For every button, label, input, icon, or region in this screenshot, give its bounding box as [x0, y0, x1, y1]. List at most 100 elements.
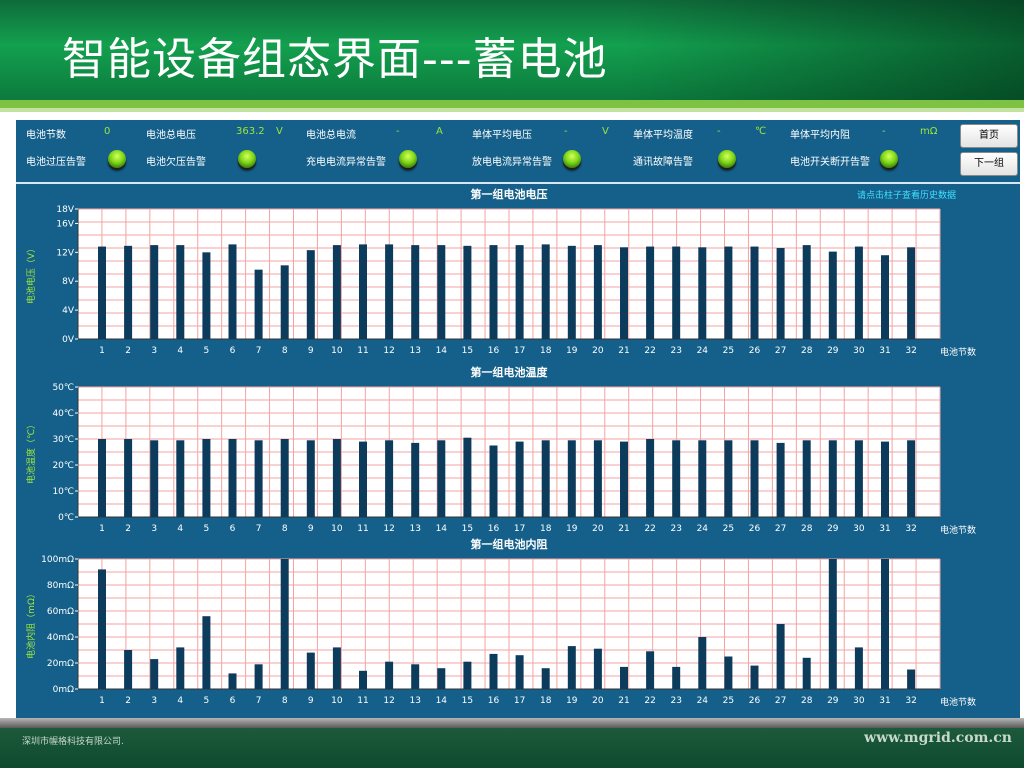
bar-1[interactable]	[98, 246, 106, 339]
bar-29[interactable]	[828, 440, 837, 517]
bar-18[interactable]	[541, 440, 550, 517]
bar-11[interactable]	[359, 670, 367, 689]
bar-2[interactable]	[124, 439, 133, 517]
bar-16[interactable]	[489, 653, 498, 689]
bar-20[interactable]	[593, 440, 602, 517]
bar-22[interactable]	[646, 439, 655, 517]
bar-9[interactable]	[306, 250, 315, 339]
bar-1[interactable]	[98, 439, 106, 517]
bar-10[interactable]	[332, 439, 341, 517]
bar-25[interactable]	[724, 440, 733, 517]
bar-3[interactable]	[150, 659, 159, 689]
bar-18[interactable]	[541, 668, 550, 689]
next-group-button[interactable]: 下一组	[960, 152, 1018, 176]
bar-3[interactable]	[150, 440, 159, 517]
bar-13[interactable]	[411, 442, 420, 517]
bar-26[interactable]	[750, 665, 759, 689]
bar-16[interactable]	[489, 245, 498, 339]
bar-17[interactable]	[515, 655, 524, 689]
bar-30[interactable]	[854, 440, 863, 517]
bar-21[interactable]	[620, 441, 628, 517]
bar-24[interactable]	[698, 247, 707, 339]
bar-29[interactable]	[828, 559, 837, 689]
bar-24[interactable]	[698, 637, 707, 689]
bar-25[interactable]	[724, 656, 733, 690]
bar-32[interactable]	[907, 669, 916, 690]
bar-20[interactable]	[593, 245, 602, 339]
bar-8[interactable]	[280, 439, 289, 517]
bar-31[interactable]	[881, 255, 889, 339]
bar-12[interactable]	[385, 440, 394, 517]
bar-27[interactable]	[776, 624, 785, 689]
bar-11[interactable]	[359, 441, 367, 517]
bar-32[interactable]	[907, 440, 916, 517]
bar-2[interactable]	[124, 650, 133, 689]
bar-27[interactable]	[776, 442, 785, 517]
bar-6[interactable]	[228, 244, 237, 339]
bar-10[interactable]	[332, 647, 341, 689]
bar-28[interactable]	[802, 245, 811, 339]
bar-12[interactable]	[385, 244, 394, 339]
bar-13[interactable]	[411, 245, 420, 339]
bar-6[interactable]	[228, 439, 237, 517]
bar-14[interactable]	[437, 440, 446, 517]
bar-5[interactable]	[202, 252, 211, 339]
bar-13[interactable]	[411, 664, 420, 689]
bar-22[interactable]	[646, 651, 655, 689]
bar-15[interactable]	[463, 245, 472, 339]
bar-14[interactable]	[437, 668, 446, 689]
bar-7[interactable]	[254, 664, 263, 689]
bar-27[interactable]	[776, 248, 785, 339]
y-tick-label: 0mΩ	[53, 685, 74, 695]
bar-14[interactable]	[437, 245, 446, 339]
bar-5[interactable]	[202, 616, 211, 689]
bar-19[interactable]	[567, 646, 576, 689]
bar-7[interactable]	[254, 269, 263, 339]
bar-23[interactable]	[672, 440, 681, 517]
bar-6[interactable]	[228, 673, 237, 689]
bar-31[interactable]	[881, 441, 889, 517]
bar-4[interactable]	[176, 245, 185, 339]
bar-8[interactable]	[280, 559, 289, 689]
bar-30[interactable]	[854, 647, 863, 689]
bar-2[interactable]	[124, 245, 133, 339]
bar-15[interactable]	[463, 661, 472, 689]
bar-4[interactable]	[176, 647, 185, 689]
bar-4[interactable]	[176, 440, 185, 517]
bar-19[interactable]	[567, 440, 576, 517]
bar-21[interactable]	[620, 666, 628, 689]
bar-29[interactable]	[828, 251, 837, 339]
bar-7[interactable]	[254, 440, 263, 517]
bar-25[interactable]	[724, 246, 733, 339]
bar-32[interactable]	[907, 247, 916, 339]
bar-9[interactable]	[306, 652, 315, 689]
bar-18[interactable]	[541, 244, 550, 339]
bar-3[interactable]	[150, 245, 159, 339]
bar-31[interactable]	[881, 559, 889, 689]
bar-10[interactable]	[332, 245, 341, 339]
bar-12[interactable]	[385, 661, 394, 689]
bar-28[interactable]	[802, 440, 811, 517]
bar-16[interactable]	[489, 445, 498, 518]
bar-30[interactable]	[854, 246, 863, 339]
bar-11[interactable]	[359, 244, 367, 339]
bar-1[interactable]	[98, 569, 106, 689]
bar-17[interactable]	[515, 441, 524, 517]
bar-26[interactable]	[750, 246, 759, 339]
home-button[interactable]: 首页	[960, 124, 1018, 148]
bar-8[interactable]	[280, 265, 289, 339]
bar-24[interactable]	[698, 440, 707, 517]
bar-23[interactable]	[672, 666, 681, 689]
alarm-charge-current: 充电电流异常告警	[306, 153, 386, 168]
bar-21[interactable]	[620, 247, 628, 339]
bar-15[interactable]	[463, 437, 472, 517]
bar-26[interactable]	[750, 440, 759, 517]
bar-20[interactable]	[593, 648, 602, 689]
bar-5[interactable]	[202, 439, 211, 517]
bar-28[interactable]	[802, 657, 811, 689]
bar-23[interactable]	[672, 246, 681, 339]
bar-17[interactable]	[515, 245, 524, 339]
bar-22[interactable]	[646, 246, 655, 339]
bar-19[interactable]	[567, 245, 576, 339]
bar-9[interactable]	[306, 440, 315, 517]
